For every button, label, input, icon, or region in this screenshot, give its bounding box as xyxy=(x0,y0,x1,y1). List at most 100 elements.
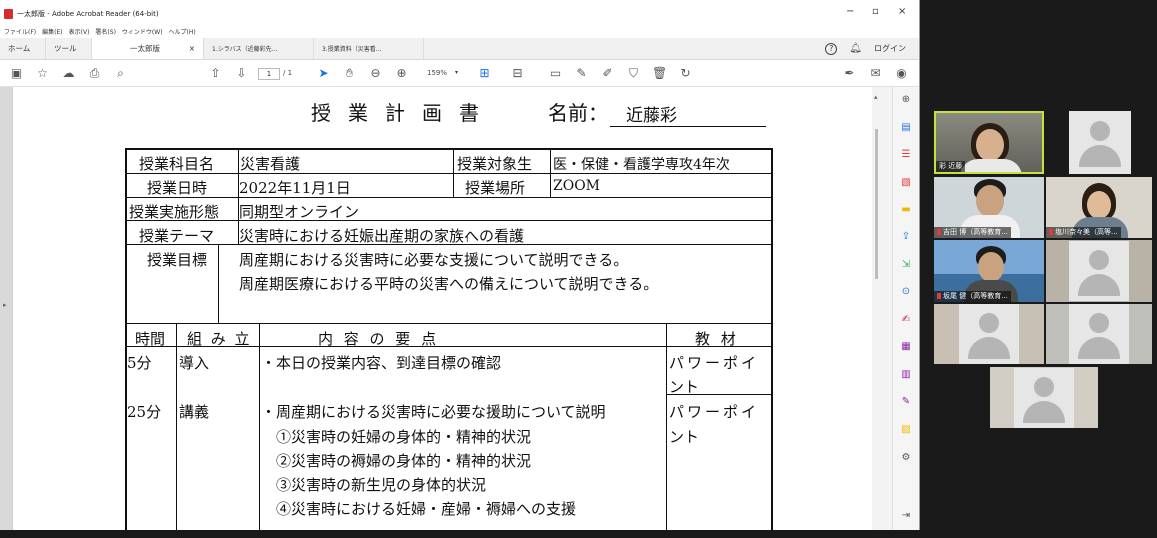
zoom-out-icon[interactable]: ⊖ xyxy=(368,66,383,81)
search-icon[interactable]: ⌕ xyxy=(113,66,128,81)
participant-video-3[interactable]: 吉田 博（高等教育... xyxy=(934,177,1044,238)
participant-video-4[interactable]: 塩川奈々美（高等... xyxy=(1046,177,1152,238)
participant-name-5: 坂尾 健（高等教育... xyxy=(934,291,1011,302)
avatar-placeholder-icon xyxy=(1014,367,1074,428)
restore-button[interactable]: ▫ xyxy=(872,6,879,17)
participant-face xyxy=(1087,191,1111,219)
protect-icon[interactable]: ▥ xyxy=(899,368,913,381)
compress-icon[interactable]: ⇲ xyxy=(899,258,913,271)
schedule-row-2-material-cont: ント xyxy=(669,428,700,446)
window-title: 一太郎版 - Adobe Acrobat Reader (64-bit) xyxy=(17,9,159,18)
tab-bar: ホーム ツール 一太郎版 × 1.シラバス（近藤彩先... 3.授業資料（災害看… xyxy=(0,38,919,60)
stamp-icon[interactable]: ⛉ xyxy=(626,66,641,81)
print-icon[interactable]: ⎙ xyxy=(87,66,102,81)
help-icon[interactable]: ? xyxy=(825,42,838,55)
participant-face xyxy=(976,185,1004,217)
rotate-icon[interactable]: ↻ xyxy=(678,66,693,81)
table-line xyxy=(218,244,219,323)
zoom-dropdown-icon[interactable]: ▾ xyxy=(455,69,458,76)
name-value: 近藤彩 xyxy=(610,101,766,127)
request-signature-icon[interactable]: ✎ xyxy=(899,395,913,408)
tab-active-document[interactable]: 一太郎版 × xyxy=(92,38,204,59)
create-pdf-icon[interactable]: ▤ xyxy=(899,121,913,134)
menu-sign[interactable]: 署名(S) xyxy=(95,27,116,38)
export-pdf-icon[interactable]: ▧ xyxy=(899,176,913,189)
account-icon[interactable]: ◉ xyxy=(894,66,909,81)
tab-home[interactable]: ホーム xyxy=(0,38,46,59)
participant-face xyxy=(978,252,1004,282)
next-page-icon[interactable]: ⇩ xyxy=(234,66,249,81)
participant-name-4: 塩川奈々美（高等... xyxy=(1046,227,1121,238)
menu-window[interactable]: ウィンドウ(W) xyxy=(122,27,163,38)
schedule-header-material: 教 材 xyxy=(695,330,739,348)
collapse-panel-icon[interactable]: ⇥ xyxy=(899,509,913,522)
tab-close-icon[interactable]: × xyxy=(189,44,195,53)
highlight-pen-icon[interactable]: ✎ xyxy=(574,66,589,81)
table-line xyxy=(125,197,773,198)
scroll-up-icon[interactable]: ▴ xyxy=(874,93,878,101)
goal-line-2: 周産期医療における平時の災害への備えについて説明できる。 xyxy=(239,275,659,293)
comment-icon[interactable]: ▭ xyxy=(548,66,563,81)
scroll-mode-icon[interactable]: ⊟ xyxy=(510,66,525,81)
zoom-search-icon[interactable]: ⊕ xyxy=(899,93,913,106)
more-tools-icon[interactable]: ⚙ xyxy=(899,451,913,464)
hand-tool-icon[interactable]: ✋︎ xyxy=(342,66,357,81)
participant-name-1: 彩 近藤 xyxy=(936,161,966,172)
bell-icon[interactable]: 🔔︎ xyxy=(849,43,862,54)
subject-value: 災害看護 xyxy=(240,155,301,173)
schedule-header-time: 時間 xyxy=(135,330,166,348)
tab-tools[interactable]: ツール xyxy=(46,38,92,59)
menu-view[interactable]: 表示(V) xyxy=(69,27,90,38)
mail-icon[interactable]: ✉ xyxy=(868,66,883,81)
schedule-row-2-content-1: ・周産期における災害時に必要な援助について説明 xyxy=(261,403,606,421)
login-button[interactable]: ログイン xyxy=(874,43,906,54)
left-panel-toggle-icon[interactable]: ▸ xyxy=(3,301,7,309)
participant-name-4-text: 塩川奈々美（高等... xyxy=(1055,228,1118,236)
page-total: / 1 xyxy=(283,69,293,77)
scan-icon[interactable]: ⊙ xyxy=(899,285,913,298)
previous-page-icon[interactable]: ⇧ xyxy=(208,66,223,81)
sign-icon[interactable]: ✒ xyxy=(842,66,857,81)
fill-sign-icon[interactable]: ✍ xyxy=(899,313,913,326)
participant-video-5[interactable]: 坂尾 健（高等教育... xyxy=(934,240,1044,302)
edit-pdf-icon[interactable]: ▦ xyxy=(899,340,913,353)
schedule-row-2-content-5: ④災害時における妊婦・産婦・褥婦への支援 xyxy=(276,500,577,518)
select-cursor-icon[interactable]: ➤ xyxy=(316,66,331,81)
share-icon[interactable]: ⇪ xyxy=(899,230,913,243)
zoom-in-icon[interactable]: ⊕ xyxy=(394,66,409,81)
zoom-level[interactable]: 159% xyxy=(427,69,447,77)
participant-tile-2[interactable] xyxy=(1069,111,1131,174)
theme-label: 授業テーマ xyxy=(139,227,215,245)
avatar-placeholder-icon xyxy=(959,304,1019,364)
bookmark-star-icon[interactable]: ☆ xyxy=(35,66,50,81)
comment-tool-icon[interactable]: ▬ xyxy=(899,203,913,216)
title-bar: 一太郎版 - Adobe Acrobat Reader (64-bit) − ▫… xyxy=(0,0,919,27)
draw-icon[interactable]: ✐ xyxy=(600,66,615,81)
organize-pages-icon[interactable]: ☰ xyxy=(899,148,913,161)
menu-file[interactable]: ファイル(F) xyxy=(4,27,36,38)
delete-icon[interactable]: 🗑︎ xyxy=(652,66,667,81)
save-icon[interactable]: ▣ xyxy=(9,66,24,81)
tab-class-material[interactable]: 3.授業資料（災害看... xyxy=(314,38,424,59)
page-layout-icon[interactable]: ⊞ xyxy=(477,66,492,81)
menu-edit[interactable]: 編集(E) xyxy=(42,27,62,38)
participant-tile-7[interactable] xyxy=(934,304,1044,364)
participant-tile-9[interactable] xyxy=(990,367,1098,428)
upload-cloud-icon[interactable]: ☁ xyxy=(61,66,76,81)
page-number-input[interactable]: 1 xyxy=(258,68,280,80)
combine-files-icon[interactable]: ▨ xyxy=(899,423,913,436)
tab-active-label: 一太郎版 xyxy=(130,44,160,53)
close-window-button[interactable]: × xyxy=(898,6,906,17)
schedule-row-1-material: パワーポイ xyxy=(669,354,760,372)
scrollbar-thumb[interactable] xyxy=(875,129,878,279)
participant-video-active-speaker[interactable]: 彩 近藤 xyxy=(934,111,1044,174)
tab-syllabus[interactable]: 1.シラバス（近藤彩先... xyxy=(204,38,314,59)
menu-help[interactable]: ヘルプ(H) xyxy=(169,27,196,38)
screen: 一太郎版 - Adobe Acrobat Reader (64-bit) − ▫… xyxy=(0,0,1157,538)
table-line xyxy=(259,323,260,530)
minimize-button[interactable]: − xyxy=(846,6,854,17)
document-area[interactable]: ▸ 授業計画書 名前： 近藤彩 授業科目名 災害看護 授業対象生 医・保健・看護… xyxy=(0,87,892,530)
vertical-scrollbar[interactable]: ▴ xyxy=(872,87,892,530)
participant-tile-8[interactable] xyxy=(1046,304,1152,364)
participant-tile-6[interactable] xyxy=(1046,240,1152,302)
